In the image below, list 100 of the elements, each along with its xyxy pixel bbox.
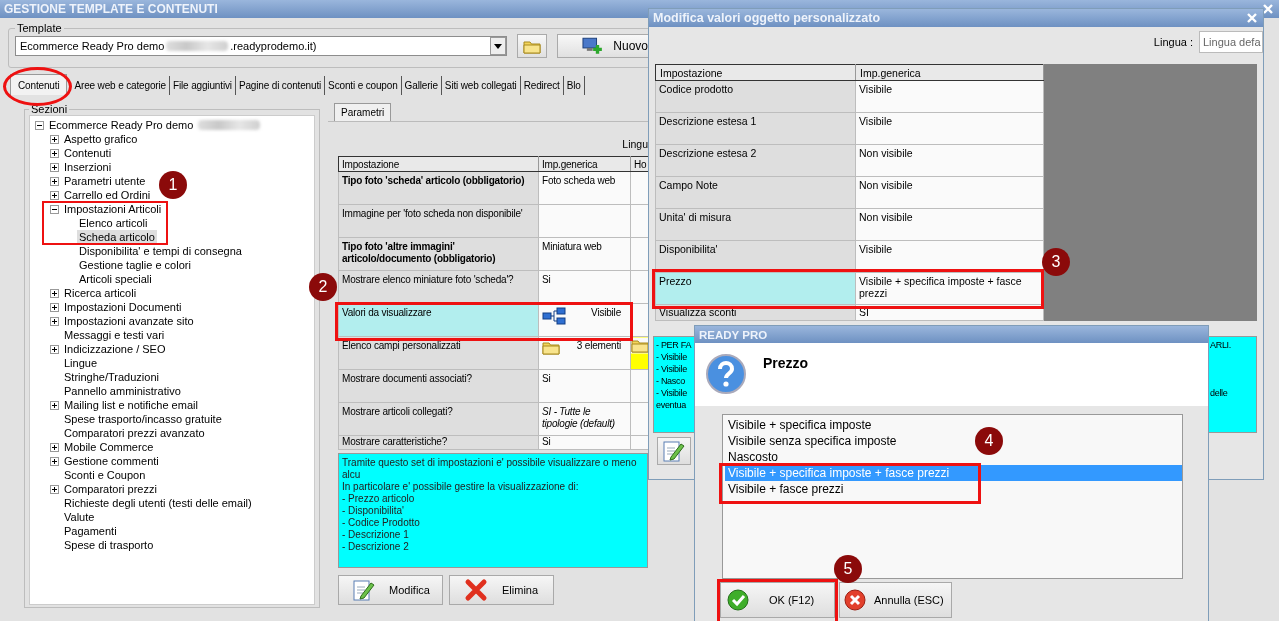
tree-item[interactable]: Carrello ed Ordini xyxy=(62,188,153,202)
tree-item[interactable]: Spese trasporto/incasso gratuite xyxy=(62,412,224,426)
expand-icon[interactable] xyxy=(50,162,59,172)
tree-item[interactable]: Aspetto grafico xyxy=(62,132,140,146)
cell-text: SI - Tutte le tipologie (default) xyxy=(542,406,616,430)
description-line: - Prezzo articolo xyxy=(342,493,416,505)
description-line: - Descrizione 1 xyxy=(342,529,410,541)
language-field[interactable]: Lingua defa xyxy=(1199,31,1263,53)
tree-item[interactable]: Elenco articoli xyxy=(77,216,150,230)
table-cell[interactable]: Mostrare documenti associati? xyxy=(338,369,539,403)
close-icon xyxy=(1247,13,1257,23)
description-line: - Codice Prodotto xyxy=(342,517,421,529)
list-option[interactable]: Visibile + specifica imposte xyxy=(725,417,875,433)
column-header: Impostazione xyxy=(338,156,539,172)
collapse-icon[interactable] xyxy=(50,204,59,214)
new-button[interactable]: Nuovo xyxy=(557,34,649,58)
tree-item[interactable]: Ricerca articoli xyxy=(62,286,139,300)
table-cell[interactable]: Mostrare articoli collegati? xyxy=(338,402,539,436)
tree-item[interactable]: Pagamenti xyxy=(62,524,119,538)
tree-item[interactable]: Contenuti xyxy=(62,146,114,160)
table-cell[interactable]: Unita' di misura xyxy=(655,208,856,241)
dropdown-button[interactable] xyxy=(490,37,506,55)
description-line: In particolare e' possibile gestire la visualizzazione di: xyxy=(342,481,580,493)
cell-text: Foto scheda web xyxy=(542,175,616,187)
table-cell[interactable]: Valori da visualizzare xyxy=(338,303,539,337)
ok-button[interactable]: OK (F12) xyxy=(720,582,835,618)
table-cell[interactable]: Tipo foto 'altre immagini' articolo/documento (obbligatorio) xyxy=(338,237,539,271)
tree-item[interactable]: Scheda articolo xyxy=(77,230,157,244)
table-cell[interactable]: Descrizione estesa 1 xyxy=(655,112,856,145)
tree-item[interactable]: Spese di trasporto xyxy=(62,538,156,552)
expand-icon[interactable] xyxy=(50,288,59,298)
table-cell[interactable]: Prezzo xyxy=(655,272,856,305)
tree-item[interactable]: Impostazioni avanzate sito xyxy=(62,314,196,328)
expand-icon[interactable] xyxy=(50,456,59,466)
description-line: - Disponibilita' xyxy=(342,505,405,517)
expand-icon[interactable] xyxy=(50,302,59,312)
tree-item[interactable]: Parametri utente xyxy=(62,174,148,188)
expand-icon[interactable] xyxy=(50,176,59,186)
edit-button[interactable] xyxy=(657,437,691,465)
tree-item[interactable]: Stringhe/Traduzioni xyxy=(62,370,161,384)
tree-item[interactable]: Mailing list e notifiche email xyxy=(62,398,200,412)
table-cell[interactable]: Codice prodotto xyxy=(655,80,856,113)
cell-text: Si xyxy=(542,274,551,286)
tree-item[interactable]: Mobile Commerce xyxy=(62,440,156,454)
column-header: Imp.generica xyxy=(855,64,1044,81)
tab[interactable]: Blo xyxy=(563,76,585,95)
list-option[interactable]: Nascosto xyxy=(725,449,782,465)
table-cell[interactable]: Tipo foto 'scheda' articolo (obbligatorio) xyxy=(338,171,539,205)
close-button[interactable] xyxy=(1245,11,1259,25)
collapse-icon[interactable] xyxy=(35,120,44,130)
tree-item[interactable]: Gestione commenti xyxy=(62,454,161,468)
tree-item[interactable]: Gestione taglie e colori xyxy=(77,258,193,272)
tree-item[interactable]: Articoli speciali xyxy=(77,272,154,286)
tree-item[interactable]: Inserzioni xyxy=(62,160,114,174)
tab[interactable]: Contenuti xyxy=(10,74,68,95)
note-text: eventua xyxy=(656,399,686,411)
tab[interactable]: Aree web e categorie xyxy=(71,76,170,95)
tree-item[interactable]: Indicizzazione / SEO xyxy=(62,342,168,356)
delete-button[interactable]: Elimina xyxy=(449,575,554,605)
edit-button[interactable]: Modifica xyxy=(338,575,443,605)
tree-item[interactable]: Disponibilita' e tempi di consegna xyxy=(77,244,244,258)
list-option[interactable]: Visibile senza specifica imposte xyxy=(725,433,900,449)
expand-icon[interactable] xyxy=(50,400,59,410)
tree-item[interactable]: Lingue xyxy=(62,356,100,370)
expand-icon[interactable] xyxy=(50,344,59,354)
table-cell[interactable]: Descrizione estesa 2 xyxy=(655,144,856,177)
tree-item[interactable]: Valute xyxy=(62,510,97,524)
cell-text: 3 elementi xyxy=(576,340,622,353)
tree-item[interactable]: Pannello amministrativo xyxy=(62,384,183,398)
list-option[interactable]: Visibile + fasce prezzi xyxy=(725,481,847,497)
tree-item[interactable]: Impostazioni Documenti xyxy=(62,300,184,314)
tab[interactable]: Parametri xyxy=(334,103,392,121)
tree-item[interactable]: Sconti e Coupon xyxy=(62,468,148,482)
folder-icon xyxy=(542,340,560,355)
table-cell[interactable]: Campo Note xyxy=(655,176,856,209)
template-select[interactable]: Ecommerce Ready Pro demo .readyprodemo.it) xyxy=(15,36,507,56)
expand-icon[interactable] xyxy=(50,316,59,326)
tab[interactable]: Siti web collegati xyxy=(441,76,521,95)
note-text: - Nasco xyxy=(656,375,685,387)
expand-icon[interactable] xyxy=(50,484,59,494)
tab[interactable]: Gallerie xyxy=(401,76,442,95)
tree-item[interactable]: Richieste degli utenti (testi delle email) xyxy=(62,496,254,510)
expand-icon[interactable] xyxy=(50,442,59,452)
tab[interactable]: Pagine di contenuti xyxy=(235,76,326,95)
group-label: Sezioni xyxy=(30,103,69,115)
tab[interactable]: Redirect xyxy=(520,76,564,95)
close-button[interactable] xyxy=(1261,2,1275,16)
expand-icon[interactable] xyxy=(50,148,59,158)
tab[interactable]: Sconti e coupon xyxy=(325,76,402,95)
tree-item[interactable]: Impostazioni Articoli xyxy=(62,202,164,216)
table-cell[interactable]: Immagine per 'foto scheda non disponibile' xyxy=(338,204,539,238)
tree-item[interactable]: Ecommerce Ready Pro demo xyxy=(47,118,196,132)
document-pencil-icon xyxy=(353,578,375,602)
expand-icon[interactable] xyxy=(50,134,59,144)
tree-item[interactable]: Comparatori prezzi avanzato xyxy=(62,426,207,440)
tree-item[interactable]: Messaggi e testi vari xyxy=(62,328,167,342)
expand-icon[interactable] xyxy=(50,190,59,200)
tree-item[interactable]: Comparatori prezzi xyxy=(62,482,159,496)
cancel-button[interactable]: Annulla (ESC) xyxy=(839,582,952,618)
tab[interactable]: File aggiuntivi xyxy=(170,76,236,95)
